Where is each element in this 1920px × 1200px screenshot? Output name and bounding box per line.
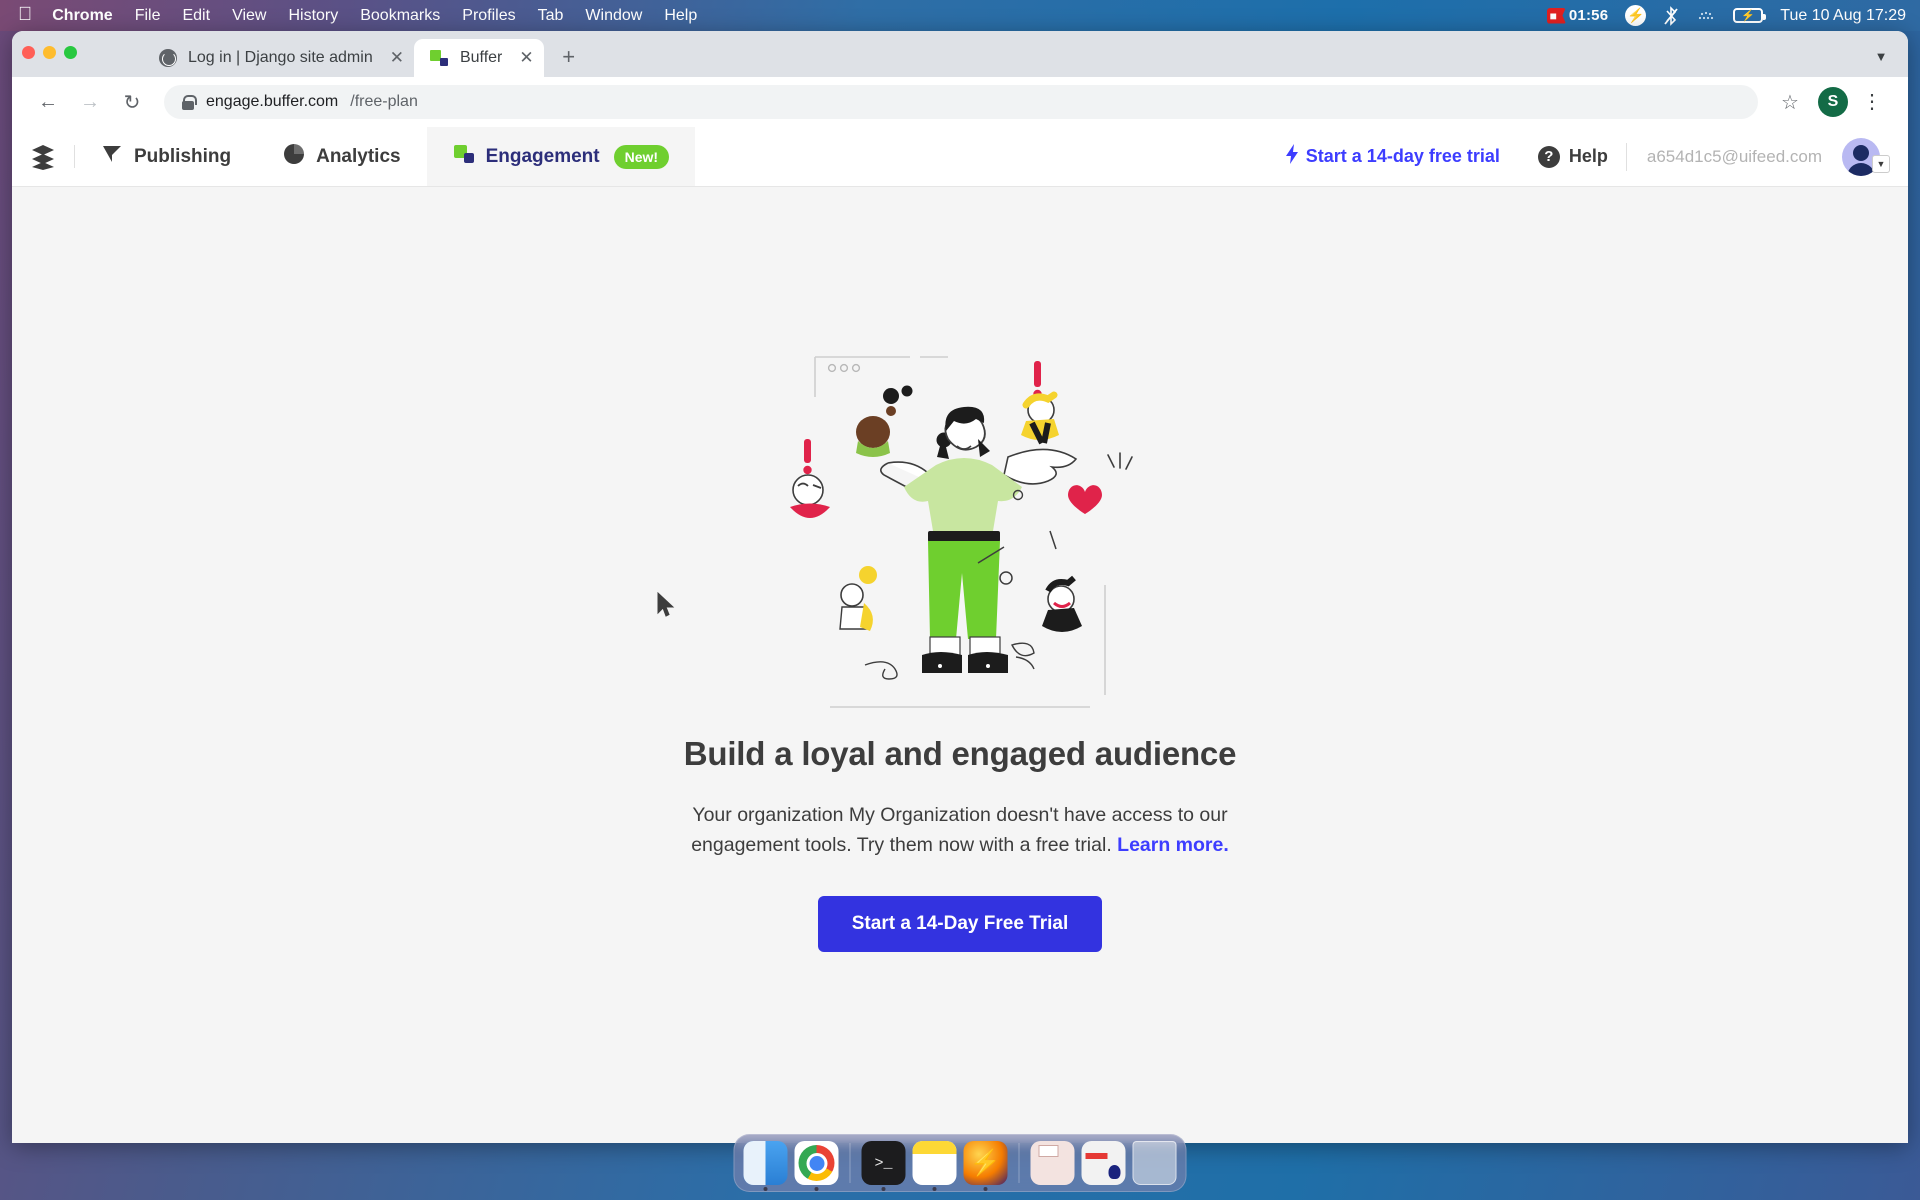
nav-tab-analytics[interactable]: Analytics (257, 127, 426, 186)
mouse-pointer-icon (657, 591, 675, 618)
nav-tab-label: Engagement (485, 145, 600, 167)
forward-arrow-icon[interactable]: → (72, 84, 108, 120)
new-tab-button[interactable]: + (554, 42, 584, 72)
apple-logo-icon[interactable]:  (18, 5, 32, 24)
dock-item-trash[interactable] (1132, 1141, 1177, 1185)
browser-tab-strip: Log in | Django site admin ✕ Buffer ✕ + … (12, 31, 1908, 77)
nav-tab-engagement[interactable]: Engagement New! (426, 127, 696, 186)
dock-item-contacts[interactable] (1030, 1141, 1075, 1185)
battery-bolt-glyph: ⚡ (1741, 10, 1756, 22)
buffer-app-nav: Publishing Analytics Engagement New! Sta… (12, 127, 1908, 187)
question-mark-icon: ? (1537, 145, 1560, 168)
back-arrow-icon[interactable]: ← (30, 84, 66, 120)
browser-tab-django[interactable]: Log in | Django site admin ✕ (142, 39, 414, 77)
flash-circle-icon[interactable]: ⚡ (1625, 5, 1647, 26)
chrome-browser-window: Log in | Django site admin ✕ Buffer ✕ + … (12, 31, 1908, 1143)
dock-item-bolt[interactable]: ⚡ (963, 1141, 1008, 1191)
dock-item-terminal[interactable]: >_ (861, 1141, 906, 1191)
analytics-pie-icon (283, 143, 305, 171)
kebab-menu-icon[interactable]: ⋮ (1854, 84, 1890, 120)
globe-icon (158, 49, 177, 68)
running-indicator (881, 1187, 886, 1191)
start-trial-link[interactable]: Start a 14-day free trial (1265, 144, 1520, 169)
menu-item-help[interactable]: Help (664, 7, 697, 25)
dock-item-finder[interactable] (743, 1141, 788, 1191)
help-link[interactable]: ? Help (1520, 145, 1626, 168)
close-window-button[interactable] (22, 46, 35, 59)
bluetooth-off-icon[interactable] (1663, 5, 1679, 26)
avatar[interactable]: S (1818, 87, 1848, 117)
dock-item-ads[interactable] (1081, 1141, 1126, 1185)
menu-item-profiles[interactable]: Profiles (462, 7, 515, 25)
menu-item-history[interactable]: History (288, 7, 338, 25)
menu-item-edit[interactable]: Edit (182, 7, 210, 25)
nav-tab-label: Analytics (316, 145, 401, 167)
running-indicator (763, 1187, 768, 1191)
screen-recording-indicator[interactable]: ■ 01:56 (1546, 7, 1609, 24)
chevron-down-icon[interactable]: ▼ (1870, 45, 1892, 67)
juggling-person-illustration (760, 335, 1160, 715)
running-indicator (814, 1187, 819, 1191)
menu-item-file[interactable]: File (135, 7, 161, 25)
publishing-flag-icon (101, 143, 123, 171)
app-nav-right-area: Start a 14-day free trial ? Help a654d1c… (1265, 127, 1908, 186)
bolt-glyph: ⚡ (963, 1141, 1008, 1185)
account-menu[interactable]: ▼ (1842, 137, 1890, 176)
dock-item-notes[interactable] (912, 1141, 957, 1191)
dock-divider (849, 1143, 851, 1183)
macos-dock: >_ ⚡ (733, 1134, 1187, 1192)
menu-bar-status-area: ■ 01:56 ⚡ ⚡ Tue 10 Aug 17:29 (1546, 5, 1906, 26)
terminal-prompt-glyph: >_ (861, 1141, 906, 1185)
dock-divider (1018, 1143, 1020, 1183)
page-description: Your organization My Organization doesn'… (640, 801, 1280, 860)
window-traffic-lights (22, 46, 77, 59)
menu-bar-clock[interactable]: Tue 10 Aug 17:29 (1780, 7, 1906, 25)
battery-charging-icon[interactable]: ⚡ (1733, 8, 1767, 23)
menu-item-view[interactable]: View (232, 7, 266, 25)
running-indicator (932, 1187, 937, 1191)
tab-title: Log in | Django site admin (188, 49, 373, 66)
help-label: Help (1568, 146, 1608, 166)
menu-item-bookmarks[interactable]: Bookmarks (360, 7, 440, 25)
menu-item-window[interactable]: Window (585, 7, 642, 25)
url-host: engage.buffer.com (206, 93, 339, 110)
record-stop-icon[interactable]: ■ (1546, 7, 1566, 24)
dock-item-chrome[interactable] (794, 1141, 839, 1191)
start-free-trial-button[interactable]: Start a 14-Day Free Trial (817, 896, 1103, 953)
macos-menu-bar:  Chrome File Edit View History Bookmark… (0, 0, 1920, 31)
close-icon[interactable]: ✕ (390, 48, 404, 68)
running-indicator (983, 1187, 988, 1191)
chevron-down-icon[interactable]: ▼ (1872, 154, 1890, 173)
page-title: Build a loyal and engaged audience (683, 735, 1237, 772)
address-bar[interactable]: engage.buffer.com/free-plan (164, 85, 1758, 119)
menu-item-tab[interactable]: Tab (538, 7, 564, 25)
browser-tab-buffer[interactable]: Buffer ✕ (413, 39, 544, 77)
engagement-squares-icon (453, 143, 475, 171)
minimize-window-button[interactable] (43, 46, 56, 59)
maximize-window-button[interactable] (64, 46, 77, 59)
learn-more-link[interactable]: Learn more. (1117, 834, 1229, 856)
menu-item-chrome[interactable]: Chrome (52, 7, 112, 25)
close-icon[interactable]: ✕ (519, 48, 533, 68)
start-trial-label: Start a 14-day free trial (1305, 146, 1500, 166)
url-path: /free-plan (350, 93, 418, 110)
reload-icon[interactable]: ↻ (114, 84, 150, 120)
nav-tab-publishing[interactable]: Publishing (75, 127, 257, 186)
recording-time: 01:56 (1568, 7, 1609, 24)
keyboard-brightness-icon[interactable] (1696, 9, 1716, 23)
status-badge: New! (613, 144, 670, 169)
star-icon[interactable]: ☆ (1772, 84, 1808, 120)
tab-title: Buffer (459, 49, 503, 66)
nav-tab-label: Publishing (134, 145, 232, 167)
account-email: a654d1c5@uifeed.com (1646, 146, 1822, 166)
lightning-bolt-icon (1285, 144, 1299, 169)
buffer-stack-logo-icon[interactable] (12, 127, 74, 186)
browser-toolbar: ← → ↻ engage.buffer.com/free-plan ☆ S ⋮ (12, 77, 1908, 127)
lock-icon (182, 94, 197, 110)
engagement-empty-state-page: Build a loyal and engaged audience Your … (12, 187, 1908, 1143)
buffer-icon (430, 49, 449, 68)
